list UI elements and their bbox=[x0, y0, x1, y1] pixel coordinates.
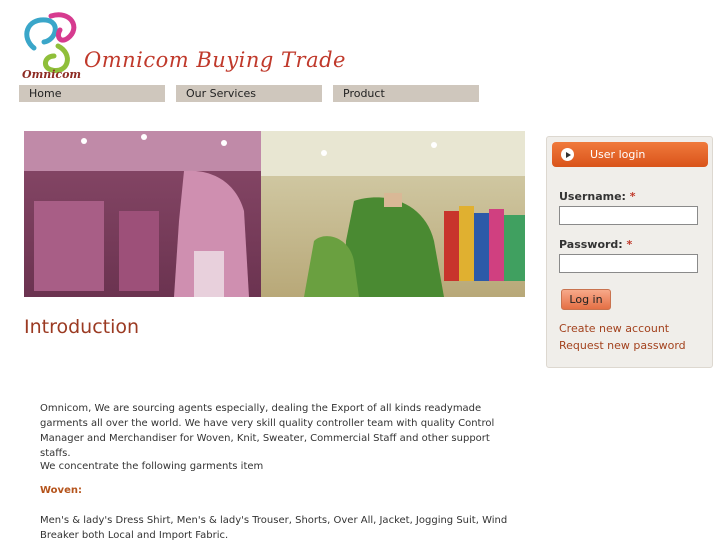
create-account-link[interactable]: Create new account bbox=[559, 322, 669, 335]
play-circle-icon bbox=[561, 148, 574, 161]
concentrate-paragraph: We concentrate the following garments it… bbox=[40, 461, 264, 472]
nav-item-label: Product bbox=[343, 87, 385, 100]
banner-illustration bbox=[24, 131, 525, 297]
woven-heading: Woven: bbox=[40, 485, 82, 496]
logo-small-text: Omnicom bbox=[22, 68, 82, 81]
nav-item-home[interactable]: Home bbox=[19, 85, 165, 102]
nav-item-label: Our Services bbox=[186, 87, 257, 100]
username-label-text: Username: bbox=[559, 190, 626, 203]
nav-item-product[interactable]: Product bbox=[333, 85, 479, 102]
user-login-block: User login Username: * Password: * Log i… bbox=[546, 136, 713, 368]
username-field[interactable] bbox=[559, 206, 698, 225]
username-label: Username: * bbox=[559, 190, 636, 203]
required-marker: * bbox=[629, 190, 636, 203]
page-title: Introduction bbox=[24, 316, 140, 338]
intro-paragraph: Omnicom, We are sourcing agents especial… bbox=[40, 403, 495, 459]
request-password-link[interactable]: Request new password bbox=[559, 339, 686, 352]
woven-paragraph: Men's & lady's Dress Shirt, Men's & lady… bbox=[40, 515, 508, 541]
password-label: Password: * bbox=[559, 238, 632, 251]
login-header: User login bbox=[552, 142, 708, 167]
required-marker: * bbox=[626, 238, 633, 251]
site-logo[interactable]: Omnicom Omnicom Buying Trade bbox=[16, 8, 345, 86]
nav-item-label: Home bbox=[29, 87, 62, 100]
password-field[interactable] bbox=[559, 254, 698, 273]
password-label-text: Password: bbox=[559, 238, 623, 251]
nav-item-our-services[interactable]: Our Services bbox=[176, 85, 322, 102]
brand-name: Omnicom Buying Trade bbox=[84, 48, 346, 72]
login-button[interactable]: Log in bbox=[561, 289, 611, 310]
login-header-title: User login bbox=[590, 148, 646, 161]
store-banner-image bbox=[24, 131, 525, 297]
